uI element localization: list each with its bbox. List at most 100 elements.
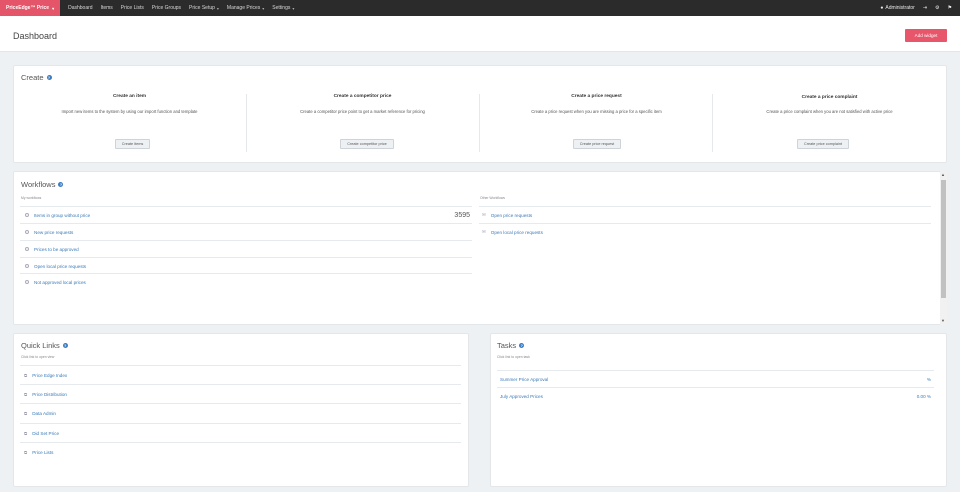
scroll-thumb[interactable]	[941, 180, 946, 298]
quick-links-subtitle: Click link to open view	[21, 355, 55, 359]
chevron-down-icon: ▾	[292, 5, 295, 11]
create-item-title: Create an item	[112, 94, 147, 99]
tasks-card-title: Tasks ?	[497, 341, 525, 350]
mail-icon: ✉	[482, 229, 486, 234]
nav-settings-label: Settings	[272, 5, 291, 11]
workflow-row[interactable]: New price requests	[20, 223, 472, 240]
workflow-label: Items in group without price	[34, 212, 91, 218]
create-item-description: Import new items to the system by using …	[61, 109, 198, 114]
chevron-down-icon: ▾	[52, 5, 55, 11]
workflow-status-icon	[25, 247, 29, 251]
workflow-label: Not approved local prices	[34, 279, 86, 285]
other-workflows-label: Other Workflows	[480, 196, 505, 200]
nav-manage-prices-label: Manage Prices	[226, 5, 261, 11]
create-competitor-price-description: Create a competitor price point to get a…	[300, 109, 425, 114]
create-price-complaint-button[interactable]: Create price complaint	[797, 139, 849, 149]
scroll-down-icon[interactable]: ▼	[941, 318, 945, 323]
quick-link-row[interactable]: ⧉ Price Distribution	[20, 384, 461, 403]
workflow-row[interactable]: Items in group without price 3595	[20, 206, 472, 223]
create-title-text: Create	[21, 73, 44, 82]
workflow-status-icon	[25, 230, 29, 234]
nav-items-label: Items	[100, 5, 113, 11]
workflow-status-icon	[25, 280, 29, 284]
nav-dashboard-label: Dashboard	[68, 5, 93, 11]
tasks-title-text: Tasks	[497, 341, 517, 350]
brand-menu[interactable]: PriceEdge™ Price ▾	[0, 0, 61, 16]
nav-price-setup[interactable]: Price Setup ▾	[189, 5, 219, 11]
nav-price-groups-label: Price Groups	[151, 5, 182, 11]
external-link-icon: ⧉	[24, 449, 28, 455]
user-menu[interactable]: ● Administrator	[880, 5, 914, 11]
create-competitor-price-button[interactable]: Create competitor price	[340, 139, 394, 149]
info-icon[interactable]: ?	[58, 182, 64, 187]
workflow-status-icon	[25, 213, 29, 217]
create-competitor-price-title: Create a competitor price	[333, 94, 392, 99]
external-link-icon: ⧉	[24, 372, 28, 378]
info-icon[interactable]: ?	[519, 343, 525, 348]
workflows-title-text: Workflows	[21, 180, 56, 189]
tasks-subtitle: Click link to open task	[497, 355, 530, 359]
external-link-icon: ⧉	[24, 410, 28, 416]
create-items-button[interactable]: Create items	[115, 139, 150, 149]
quick-link-label: Price Lists	[32, 449, 54, 455]
quick-link-row[interactable]: ⧉ Data Admin	[20, 403, 461, 422]
quick-links-title-text: Quick Links	[21, 341, 60, 350]
nav-price-groups[interactable]: Price Groups	[152, 5, 181, 11]
gear-icon[interactable]: ⚙	[935, 5, 939, 11]
scroll-up-icon[interactable]: ▲	[941, 172, 945, 177]
info-icon[interactable]: ?	[46, 75, 52, 80]
workflow-status-icon	[25, 264, 29, 268]
nav-price-lists-label: Price Lists	[120, 5, 144, 11]
brand-label: PriceEdge™ Price	[6, 5, 50, 11]
workflow-row[interactable]: Not approved local prices	[20, 273, 472, 290]
quick-link-label: Data Admin	[32, 410, 56, 416]
quick-link-label: Did Set Price	[32, 430, 60, 436]
create-card-title: Create ?	[21, 73, 52, 82]
other-workflow-row[interactable]: ✉ Open price requests	[479, 206, 931, 223]
workflow-row[interactable]: Prices to be approved	[20, 240, 472, 257]
workflow-row[interactable]: Open local price requests	[20, 257, 472, 274]
quick-link-row[interactable]: ⧉ Price Lists	[20, 442, 461, 461]
task-label: July Approved Prices	[500, 393, 543, 399]
user-name: Administrator	[885, 5, 915, 11]
create-price-request-description: Create a price request when you are miss…	[531, 109, 662, 114]
external-link-icon: ⧉	[24, 391, 28, 397]
nav-manage-prices[interactable]: Manage Prices ▾	[227, 5, 264, 11]
task-progress: 0.00 %	[916, 393, 931, 399]
nav-items[interactable]: Items	[101, 5, 113, 11]
logout-icon[interactable]: ⇥	[923, 5, 927, 11]
page-header: Dashboard Add widget	[0, 16, 960, 52]
external-link-icon: ⧉	[24, 430, 28, 436]
mail-icon: ✉	[482, 212, 486, 217]
quick-link-label: Price Edge Index	[32, 372, 68, 378]
workflow-label: Open local price requests	[34, 263, 87, 269]
other-workflow-label: Open price requests	[490, 212, 533, 218]
quick-link-label: Price Distribution	[32, 391, 67, 397]
info-icon[interactable]: ?	[62, 343, 68, 348]
chevron-down-icon: ▾	[262, 5, 265, 11]
create-competitor-price-column: Create a competitor price Create a compe…	[246, 94, 479, 114]
workflows-scrollbar[interactable]: ▲ ▼	[940, 171, 947, 325]
tasks-card	[490, 333, 947, 487]
other-workflow-label: Open local price requests	[490, 229, 543, 235]
quick-link-row[interactable]: ⧉ Did Set Price	[20, 423, 461, 442]
task-row[interactable]: Summer Price Approval %	[497, 370, 934, 387]
quick-link-row[interactable]: ⧉ Price Edge Index	[20, 365, 461, 384]
task-progress: %	[926, 376, 931, 382]
task-row[interactable]: July Approved Prices 0.00 %	[497, 387, 934, 404]
top-navigation-bar: PriceEdge™ Price ▾ Dashboard Items Price…	[0, 0, 960, 16]
create-price-request-button[interactable]: Create price request	[573, 139, 621, 149]
add-widget-button[interactable]: Add widget	[905, 29, 947, 42]
user-icon: ●	[880, 5, 884, 11]
create-price-complaint-title: Create a price complaint	[801, 95, 858, 100]
page-title: Dashboard	[13, 31, 58, 41]
nav-dashboard[interactable]: Dashboard	[68, 5, 92, 11]
other-workflow-row[interactable]: ✉ Open local price requests	[479, 223, 931, 240]
flag-icon[interactable]: ⚑	[948, 5, 952, 11]
chevron-down-icon: ▾	[216, 5, 219, 11]
nav-price-lists[interactable]: Price Lists	[121, 5, 144, 11]
quick-links-card-title: Quick Links ?	[21, 341, 68, 350]
my-workflows-label: My workflows	[21, 196, 42, 200]
create-price-complaint-column: Create a price complaint Create a price …	[713, 94, 946, 114]
nav-settings[interactable]: Settings ▾	[272, 5, 294, 11]
